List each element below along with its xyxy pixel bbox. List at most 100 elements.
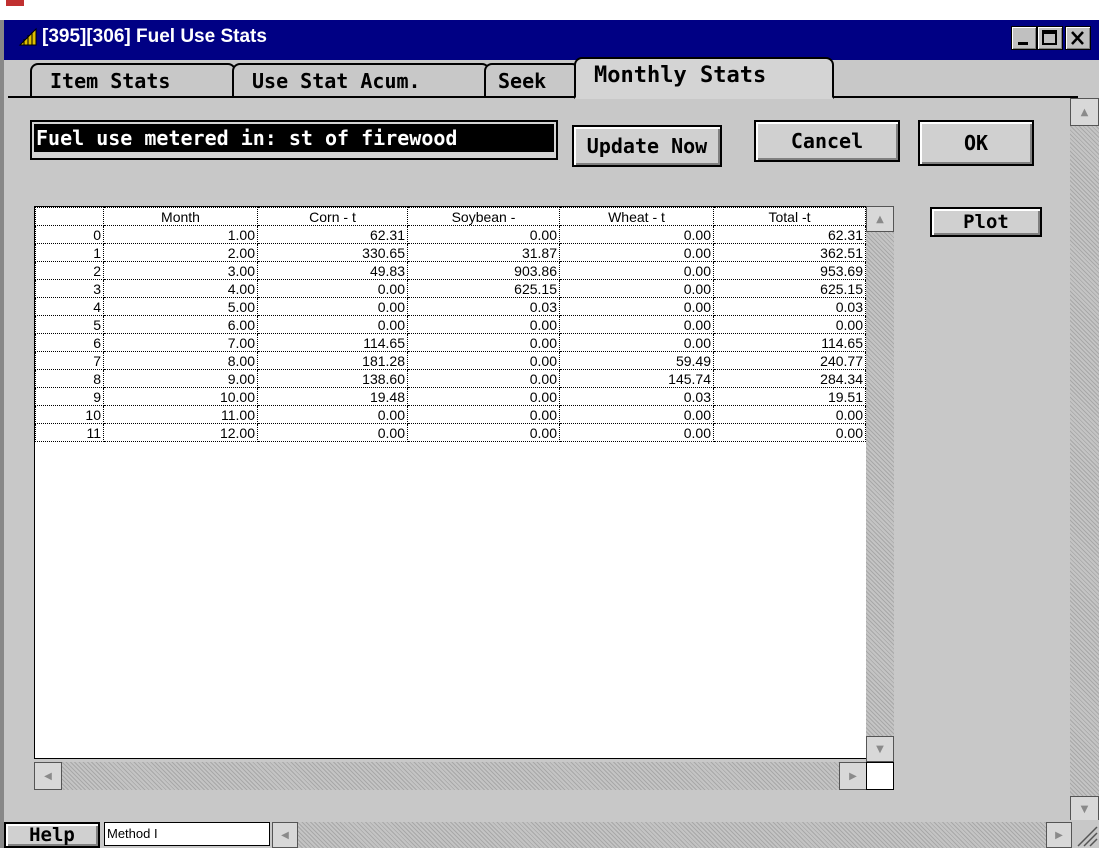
tab-monthly-stats[interactable]: Monthly Stats bbox=[574, 57, 834, 99]
table-cell[interactable]: 12.00 bbox=[103, 423, 258, 442]
column-header[interactable]: Soybean - bbox=[407, 207, 560, 226]
scroll-up-arrow-icon[interactable]: ▲ bbox=[1070, 98, 1099, 126]
plot-button[interactable]: Plot bbox=[930, 207, 1042, 237]
table-cell[interactable]: 2.00 bbox=[103, 243, 258, 262]
table-cell[interactable]: 0.00 bbox=[407, 333, 560, 352]
table-cell[interactable]: 181.28 bbox=[257, 351, 408, 370]
table-cell[interactable]: 0.00 bbox=[257, 405, 408, 424]
table-row[interactable]: 10 11.00 0.00 0.00 0.00 0.00 bbox=[35, 405, 866, 424]
table-cell[interactable]: 3.00 bbox=[103, 261, 258, 280]
table-cell[interactable]: 4.00 bbox=[103, 279, 258, 298]
table-cell[interactable]: 284.34 bbox=[713, 369, 866, 388]
table-cell[interactable]: 0.00 bbox=[713, 423, 866, 442]
table-cell[interactable]: 953.69 bbox=[713, 261, 866, 280]
table-cell[interactable]: 0.03 bbox=[559, 387, 714, 406]
table-cell[interactable]: 0.00 bbox=[407, 423, 560, 442]
table-cell[interactable]: 0.00 bbox=[407, 405, 560, 424]
table-horizontal-scrollbar[interactable]: ◀ ▶ bbox=[34, 762, 867, 790]
table-cell[interactable]: 0.00 bbox=[713, 405, 866, 424]
resize-grip-icon[interactable] bbox=[1072, 820, 1099, 848]
tab-seek[interactable]: Seek bbox=[484, 63, 580, 97]
table-cell[interactable]: 0.00 bbox=[257, 315, 408, 334]
table-row[interactable]: 0 1.00 62.31 0.00 0.00 62.31 bbox=[35, 225, 866, 244]
scroll-right-arrow-icon[interactable]: ▶ bbox=[1046, 822, 1072, 848]
table-cell[interactable]: 0.00 bbox=[257, 279, 408, 298]
table-row[interactable]: 4 5.00 0.00 0.03 0.00 0.03 bbox=[35, 297, 866, 316]
table-cell[interactable]: 1.00 bbox=[103, 225, 258, 244]
table-cell[interactable]: 62.31 bbox=[257, 225, 408, 244]
table-cell[interactable]: 0.00 bbox=[559, 297, 714, 316]
table-cell[interactable]: 0.00 bbox=[407, 315, 560, 334]
table-cell[interactable]: 7.00 bbox=[103, 333, 258, 352]
table-row[interactable]: 9 10.00 19.48 0.00 0.03 19.51 bbox=[35, 387, 866, 406]
table-cell[interactable]: 59.49 bbox=[559, 351, 714, 370]
table-row[interactable]: 7 8.00 181.28 0.00 59.49 240.77 bbox=[35, 351, 866, 370]
table-cell[interactable]: 138.60 bbox=[257, 369, 408, 388]
tab-item-stats[interactable]: Item Stats bbox=[30, 63, 236, 97]
table-cell[interactable]: 0.00 bbox=[257, 423, 408, 442]
table-cell[interactable]: 0.00 bbox=[407, 369, 560, 388]
table-cell[interactable]: 362.51 bbox=[713, 243, 866, 262]
column-header[interactable]: Total -t bbox=[713, 207, 866, 226]
table-cell[interactable]: 0.00 bbox=[713, 315, 866, 334]
bottom-horizontal-scrollbar[interactable]: ◀ ▶ bbox=[272, 822, 1072, 848]
scroll-down-arrow-icon[interactable]: ▼ bbox=[866, 736, 894, 762]
table-row[interactable]: 11 12.00 0.00 0.00 0.00 0.00 bbox=[35, 423, 866, 442]
column-header[interactable]: Wheat - t bbox=[559, 207, 714, 226]
minimize-button[interactable] bbox=[1011, 26, 1037, 50]
table-row[interactable]: 1 2.00 330.65 31.87 0.00 362.51 bbox=[35, 243, 866, 262]
table-row[interactable]: 5 6.00 0.00 0.00 0.00 0.00 bbox=[35, 315, 866, 334]
table-vertical-scrollbar[interactable]: ▲ ▼ bbox=[866, 206, 894, 762]
table-row[interactable]: 6 7.00 114.65 0.00 0.00 114.65 bbox=[35, 333, 866, 352]
table-cell[interactable]: 10.00 bbox=[103, 387, 258, 406]
table-row[interactable]: 3 4.00 0.00 625.15 0.00 625.15 bbox=[35, 279, 866, 298]
table-cell[interactable]: 19.48 bbox=[257, 387, 408, 406]
table-cell[interactable]: 145.74 bbox=[559, 369, 714, 388]
table-cell[interactable]: 6.00 bbox=[103, 315, 258, 334]
table-cell[interactable]: 0.00 bbox=[257, 297, 408, 316]
column-header[interactable]: Corn - t bbox=[257, 207, 408, 226]
table-cell[interactable]: 903.86 bbox=[407, 261, 560, 280]
table-cell[interactable]: 11.00 bbox=[103, 405, 258, 424]
close-button[interactable] bbox=[1065, 26, 1091, 50]
table-cell[interactable]: 625.15 bbox=[407, 279, 560, 298]
table-cell[interactable]: 625.15 bbox=[713, 279, 866, 298]
table-cell[interactable]: 0.00 bbox=[559, 279, 714, 298]
table-cell[interactable]: 114.65 bbox=[257, 333, 408, 352]
table-cell[interactable]: 19.51 bbox=[713, 387, 866, 406]
table-cell[interactable]: 62.31 bbox=[713, 225, 866, 244]
table-row[interactable]: 2 3.00 49.83 903.86 0.00 953.69 bbox=[35, 261, 866, 280]
table-cell[interactable]: 8.00 bbox=[103, 351, 258, 370]
window-vertical-scrollbar[interactable]: ▲ ▼ bbox=[1070, 98, 1099, 822]
method-field[interactable]: Method I bbox=[104, 822, 270, 846]
scroll-up-arrow-icon[interactable]: ▲ bbox=[866, 206, 894, 232]
help-button[interactable]: Help bbox=[4, 822, 100, 848]
table-cell[interactable]: 240.77 bbox=[713, 351, 866, 370]
table-cell[interactable]: 0.00 bbox=[559, 243, 714, 262]
table-cell[interactable]: 31.87 bbox=[407, 243, 560, 262]
maximize-button[interactable] bbox=[1037, 26, 1063, 50]
table-cell[interactable]: 0.00 bbox=[559, 261, 714, 280]
table-cell[interactable]: 0.03 bbox=[713, 297, 866, 316]
update-now-button[interactable]: Update Now bbox=[572, 125, 722, 167]
scroll-left-arrow-icon[interactable]: ◀ bbox=[34, 762, 62, 790]
scroll-left-arrow-icon[interactable]: ◀ bbox=[272, 822, 298, 848]
table-cell[interactable]: 0.00 bbox=[559, 405, 714, 424]
table-cell[interactable]: 0.00 bbox=[559, 315, 714, 334]
table-cell[interactable]: 0.00 bbox=[407, 351, 560, 370]
scroll-right-arrow-icon[interactable]: ▶ bbox=[839, 762, 867, 790]
table-cell[interactable]: 5.00 bbox=[103, 297, 258, 316]
ok-button[interactable]: OK bbox=[918, 120, 1034, 166]
table-cell[interactable]: 9.00 bbox=[103, 369, 258, 388]
cancel-button[interactable]: Cancel bbox=[754, 120, 900, 162]
table-cell[interactable]: 0.00 bbox=[559, 333, 714, 352]
tab-use-stat-acum[interactable]: Use Stat Acum. bbox=[232, 63, 490, 97]
table-cell[interactable]: 0.00 bbox=[407, 225, 560, 244]
table-cell[interactable]: 0.00 bbox=[559, 423, 714, 442]
table-cell[interactable]: 330.65 bbox=[257, 243, 408, 262]
table-cell[interactable]: 49.83 bbox=[257, 261, 408, 280]
table-cell[interactable]: 0.03 bbox=[407, 297, 560, 316]
monthly-stats-table[interactable]: Month Corn - t Soybean - Wheat - t Total… bbox=[35, 207, 866, 442]
table-cell[interactable]: 0.00 bbox=[559, 225, 714, 244]
table-cell[interactable]: 114.65 bbox=[713, 333, 866, 352]
